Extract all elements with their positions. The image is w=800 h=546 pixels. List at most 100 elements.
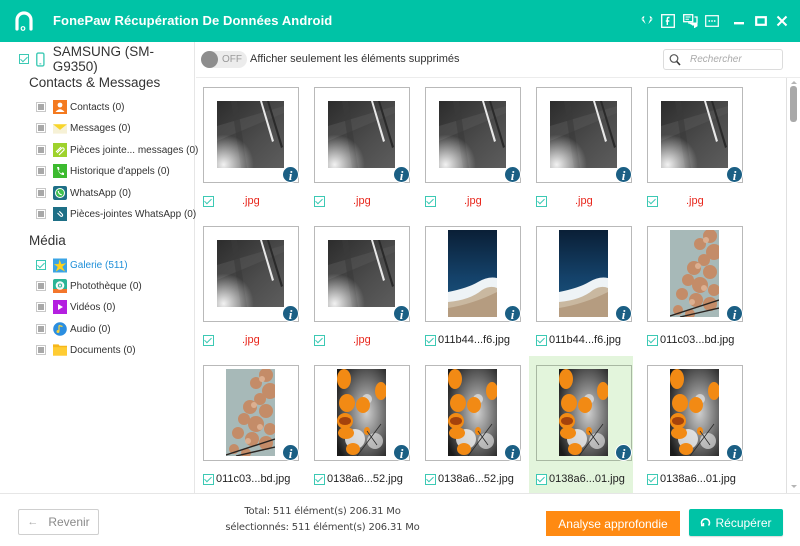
- info-icon[interactable]: i: [393, 166, 410, 183]
- sidebar-item-messages[interactable]: Messages (0): [36, 120, 131, 136]
- scroll-thumb[interactable]: [790, 86, 797, 122]
- photo-thumbnail-frame[interactable]: i: [203, 87, 299, 183]
- photo-checkbox[interactable]: [425, 473, 436, 485]
- photo-thumbnail-frame[interactable]: i: [647, 226, 743, 322]
- sidebar-item-audio[interactable]: Audio (0): [36, 321, 111, 337]
- category-checkbox[interactable]: [36, 302, 46, 312]
- info-icon[interactable]: i: [726, 305, 743, 322]
- sidebar-item-documents[interactable]: Documents (0): [36, 342, 136, 358]
- photo-checkbox[interactable]: [203, 334, 214, 346]
- sidebar-item-videos[interactable]: Vidéos (0): [36, 299, 115, 315]
- photo-item[interactable]: i 011b44...f6.jpg: [418, 217, 522, 356]
- info-icon[interactable]: i: [282, 444, 299, 461]
- sidebar-item-call-log[interactable]: Historique d'appels (0): [36, 163, 170, 179]
- show-deleted-toggle[interactable]: OFF: [201, 51, 247, 68]
- info-icon[interactable]: i: [615, 305, 632, 322]
- minimize-icon[interactable]: [730, 12, 748, 30]
- photo-item[interactable]: i 0138a6...01.jpg: [529, 356, 633, 493]
- photo-checkbox[interactable]: [647, 195, 658, 207]
- info-icon[interactable]: i: [615, 166, 632, 183]
- photo-thumbnail-frame[interactable]: i: [314, 226, 410, 322]
- info-icon[interactable]: i: [282, 305, 299, 322]
- category-checkbox[interactable]: [36, 209, 46, 219]
- category-checkbox[interactable]: [36, 281, 46, 291]
- photo-checkbox[interactable]: [536, 473, 547, 485]
- photo-thumbnail-frame[interactable]: i: [203, 365, 299, 461]
- photo-item[interactable]: i 011b44...f6.jpg: [529, 217, 633, 356]
- info-icon[interactable]: i: [726, 166, 743, 183]
- info-icon[interactable]: i: [615, 444, 632, 461]
- photo-thumbnail-frame[interactable]: i: [647, 87, 743, 183]
- photo-thumbnail-frame[interactable]: i: [203, 226, 299, 322]
- photo-checkbox[interactable]: [425, 195, 436, 207]
- sidebar-item-gallery[interactable]: Galerie (511): [36, 257, 128, 273]
- category-checkbox[interactable]: [36, 188, 46, 198]
- category-checkbox[interactable]: [36, 123, 46, 133]
- photo-checkbox[interactable]: [314, 473, 325, 485]
- recover-button[interactable]: Récupérer: [689, 509, 783, 536]
- scroll-down-arrow[interactable]: [791, 485, 797, 488]
- feedback-icon[interactable]: [681, 12, 699, 30]
- info-icon[interactable]: i: [282, 166, 299, 183]
- photo-item[interactable]: i .jpg: [196, 78, 300, 217]
- photo-thumbnail-frame[interactable]: i: [425, 226, 521, 322]
- photo-item[interactable]: i 011c03...bd.jpg: [640, 217, 744, 356]
- info-icon[interactable]: i: [504, 166, 521, 183]
- sidebar-item-message-attachments[interactable]: Pièces jointe... messages (0): [36, 142, 198, 158]
- photo-item[interactable]: i .jpg: [529, 78, 633, 217]
- photo-checkbox[interactable]: [647, 473, 658, 485]
- photo-checkbox[interactable]: [425, 334, 436, 346]
- category-checkbox[interactable]: [36, 324, 46, 334]
- maximize-icon[interactable]: [752, 12, 770, 30]
- facebook-icon[interactable]: [659, 12, 677, 30]
- diamond-icon[interactable]: [638, 12, 656, 30]
- photo-checkbox[interactable]: [536, 195, 547, 207]
- info-icon[interactable]: i: [726, 444, 743, 461]
- close-icon[interactable]: [773, 12, 791, 30]
- photo-thumbnail-frame[interactable]: i: [536, 226, 632, 322]
- info-icon[interactable]: i: [393, 305, 410, 322]
- scrollbar[interactable]: [786, 78, 800, 493]
- scroll-up-arrow[interactable]: [791, 81, 797, 84]
- photo-checkbox[interactable]: [203, 195, 214, 207]
- photo-item[interactable]: i .jpg: [196, 217, 300, 356]
- photo-thumbnail-frame[interactable]: i: [425, 365, 521, 461]
- photo-thumbnail-frame[interactable]: i: [536, 365, 632, 461]
- photo-thumbnail-frame[interactable]: i: [425, 87, 521, 183]
- category-checkbox[interactable]: [36, 345, 46, 355]
- photo-checkbox[interactable]: [536, 334, 547, 346]
- category-checkbox[interactable]: [36, 166, 46, 176]
- category-checkbox[interactable]: [36, 260, 46, 270]
- device-row[interactable]: SAMSUNG (SM-G9350): [19, 44, 194, 74]
- sidebar-item-contacts[interactable]: Contacts (0): [36, 99, 124, 115]
- info-icon[interactable]: i: [504, 444, 521, 461]
- photo-thumbnail-frame[interactable]: i: [647, 365, 743, 461]
- device-checkbox[interactable]: [19, 54, 29, 64]
- photo-thumbnail-frame[interactable]: i: [314, 365, 410, 461]
- photo-thumbnail-frame[interactable]: i: [536, 87, 632, 183]
- search-input[interactable]: [690, 52, 780, 67]
- photo-thumbnail-frame[interactable]: i: [314, 87, 410, 183]
- category-checkbox[interactable]: [36, 145, 46, 155]
- photo-item[interactable]: i .jpg: [307, 217, 411, 356]
- sidebar-item-photo-library[interactable]: Photothèque (0): [36, 278, 142, 294]
- deep-scan-button[interactable]: Analyse approfondie: [546, 511, 680, 536]
- photo-item[interactable]: i .jpg: [418, 78, 522, 217]
- photo-item[interactable]: i 0138a6...01.jpg: [640, 356, 744, 493]
- menu-icon[interactable]: [703, 12, 721, 30]
- search-box[interactable]: [663, 49, 783, 70]
- photo-item[interactable]: i 0138a6...52.jpg: [307, 356, 411, 493]
- photo-item[interactable]: i 0138a6...52.jpg: [418, 356, 522, 493]
- photo-item[interactable]: i 011c03...bd.jpg: [196, 356, 300, 493]
- info-icon[interactable]: i: [504, 305, 521, 322]
- photo-checkbox[interactable]: [314, 334, 325, 346]
- category-checkbox[interactable]: [36, 102, 46, 112]
- back-button[interactable]: ← Revenir: [18, 509, 99, 535]
- photo-item[interactable]: i .jpg: [307, 78, 411, 217]
- photo-item[interactable]: i .jpg: [640, 78, 744, 217]
- sidebar-item-whatsapp-attachments[interactable]: Pièces-jointes WhatsApp (0): [36, 206, 196, 222]
- info-icon[interactable]: i: [393, 444, 410, 461]
- photo-checkbox[interactable]: [314, 195, 325, 207]
- photo-checkbox[interactable]: [203, 473, 214, 485]
- photo-checkbox[interactable]: [647, 334, 658, 346]
